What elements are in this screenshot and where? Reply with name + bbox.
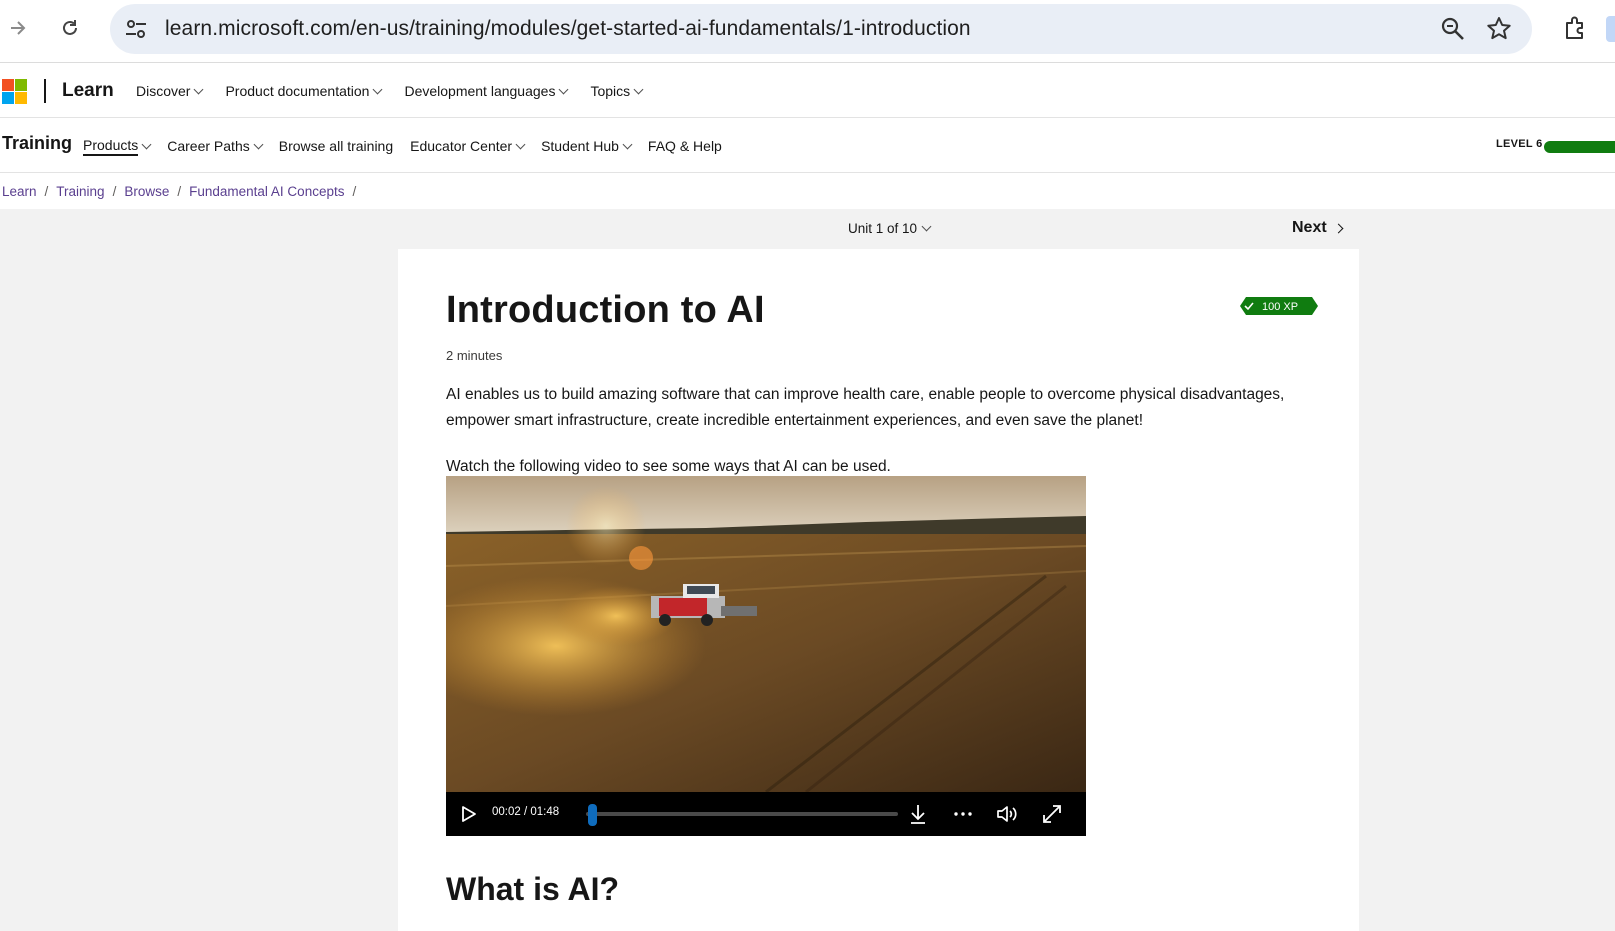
profile-button[interactable]	[1606, 16, 1615, 42]
volume-icon[interactable]	[995, 802, 1019, 826]
reload-icon	[63, 20, 77, 35]
unit-selector-label: Unit 1 of 10	[848, 221, 918, 236]
training-nav: Training Products Career Paths Browse al…	[0, 119, 1615, 173]
unit-selector[interactable]: Unit 1 of 10	[848, 221, 932, 236]
subnav-products[interactable]: Products	[83, 137, 152, 156]
chevron-down-icon	[515, 139, 526, 149]
breadcrumb-training[interactable]: Training	[56, 184, 104, 199]
subnav-student-hub[interactable]: Student Hub	[541, 138, 633, 154]
level-progress-bar[interactable]	[1544, 141, 1615, 153]
training-subnav: Products Career Paths Browse all trainin…	[83, 119, 739, 173]
nav-development-languages-label: Development languages	[404, 83, 556, 99]
unit-content-card: Introduction to AI 100 XP 2 minutes AI e…	[398, 249, 1359, 931]
subnav-educator-center-label: Educator Center	[410, 138, 513, 154]
address-bar[interactable]: learn.microsoft.com/en-us/training/modul…	[110, 4, 1532, 54]
nav-discover[interactable]: Discover	[136, 83, 204, 99]
logo-divider	[44, 79, 46, 103]
nav-development-languages[interactable]: Development languages	[404, 83, 569, 99]
xp-badge-text: 100 XP	[1262, 301, 1298, 313]
learn-brand-link[interactable]: Learn	[62, 80, 114, 102]
section-heading: What is AI?	[446, 871, 620, 907]
video-frame[interactable]	[446, 476, 1086, 792]
breadcrumb-learn[interactable]: Learn	[2, 184, 37, 199]
forward-button[interactable]	[2, 12, 34, 44]
video-progress-track[interactable]	[586, 812, 898, 816]
subnav-student-hub-label: Student Hub	[541, 138, 619, 154]
next-unit-button[interactable]: Next	[1292, 219, 1344, 237]
level-label[interactable]: LEVEL 6	[1496, 138, 1543, 150]
video-time: 00:02 / 01:48	[492, 806, 560, 818]
chevron-down-icon	[633, 84, 644, 94]
microsoft-logo[interactable]	[2, 79, 27, 104]
nav-product-documentation-label: Product documentation	[225, 83, 370, 99]
subnav-career-paths-label: Career Paths	[167, 138, 250, 154]
bookmark-star-icon[interactable]	[1486, 16, 1512, 42]
site-settings-icon[interactable]	[124, 18, 148, 40]
intro-paragraph: AI enables us to build amazing software …	[446, 386, 1285, 429]
unit-duration: 2 minutes	[446, 348, 503, 363]
chevron-down-icon	[622, 139, 633, 149]
chevron-down-icon	[373, 84, 383, 94]
more-options-icon[interactable]	[951, 802, 975, 826]
chevron-right-icon	[1333, 223, 1344, 233]
subnav-browse-all-training[interactable]: Browse all training	[279, 138, 393, 154]
breadcrumb-separator: /	[177, 183, 182, 199]
nav-topics[interactable]: Topics	[590, 83, 644, 99]
video-progress-handle[interactable]	[587, 804, 597, 826]
forward-icon	[11, 21, 26, 35]
breadcrumb-separator: /	[112, 183, 117, 199]
subnav-faq-help[interactable]: FAQ & Help	[648, 138, 722, 154]
play-icon[interactable]	[456, 802, 480, 826]
subnav-educator-center[interactable]: Educator Center	[410, 138, 526, 154]
breadcrumb-browse[interactable]: Browse	[124, 184, 169, 199]
xp-badge: 100 XP	[1240, 297, 1318, 315]
browser-toolbar: learn.microsoft.com/en-us/training/modul…	[0, 0, 1615, 63]
chevron-down-icon	[194, 84, 204, 94]
page-title: Introduction to AI	[446, 289, 765, 331]
training-title-link[interactable]: Training	[2, 133, 72, 154]
nav-topics-label: Topics	[590, 83, 631, 99]
subnav-browse-all-training-label: Browse all training	[278, 138, 394, 154]
chevron-down-icon	[921, 221, 932, 232]
url-text[interactable]: learn.microsoft.com/en-us/training/modul…	[165, 4, 971, 54]
subnav-career-paths[interactable]: Career Paths	[167, 138, 264, 154]
breadcrumb-separator: /	[44, 183, 49, 199]
extensions-icon[interactable]	[1562, 14, 1590, 42]
next-unit-label: Next	[1292, 219, 1327, 236]
site-header: Learn Discover Product documentation Dev…	[0, 64, 1615, 118]
download-icon[interactable]	[906, 802, 930, 826]
reload-button[interactable]	[54, 12, 86, 44]
breadcrumb: Learn / Training / Browse / Fundamental AI …	[2, 173, 364, 209]
nav-product-documentation[interactable]: Product documentation	[225, 83, 383, 99]
chevron-down-icon	[253, 139, 264, 149]
chevron-down-icon	[141, 139, 152, 149]
video-player[interactable]: 00:02 / 01:48	[446, 476, 1086, 836]
nav-discover-label: Discover	[136, 83, 191, 99]
subnav-products-label: Products	[83, 137, 139, 156]
breadcrumb-fundamental-ai-concepts[interactable]: Fundamental AI Concepts	[189, 184, 344, 199]
fullscreen-icon[interactable]	[1040, 802, 1064, 826]
zoom-icon[interactable]	[1440, 16, 1466, 42]
subnav-faq-help-label: FAQ & Help	[647, 138, 722, 154]
video-controls: 00:02 / 01:48	[446, 792, 1086, 836]
breadcrumb-separator: /	[352, 183, 357, 199]
chevron-down-icon	[559, 84, 569, 94]
global-nav: Discover Product documentation Developme…	[136, 64, 665, 118]
